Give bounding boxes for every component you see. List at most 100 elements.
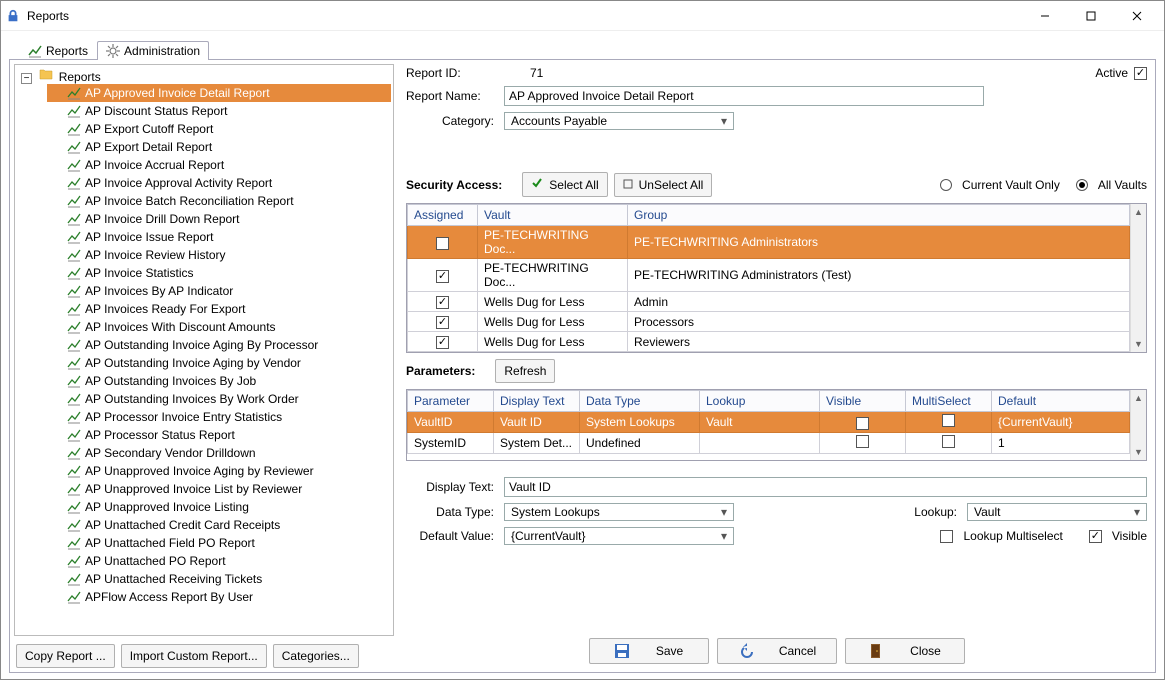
checkbox-assigned[interactable]: ✓ bbox=[436, 316, 449, 329]
tab-administration[interactable]: Administration bbox=[97, 41, 209, 60]
import-custom-report-button[interactable]: Import Custom Report... bbox=[121, 644, 267, 668]
collapse-icon[interactable]: − bbox=[21, 73, 32, 84]
scroll-up-icon[interactable]: ▲ bbox=[1131, 390, 1146, 406]
tree-item[interactable]: AP Approved Invoice Detail Report bbox=[47, 84, 391, 102]
checkbox-multiselect[interactable] bbox=[942, 435, 955, 448]
pcol-parameter[interactable]: Parameter bbox=[408, 391, 494, 412]
tree-item[interactable]: AP Discount Status Report bbox=[47, 102, 391, 120]
checkbox-visible[interactable] bbox=[856, 435, 869, 448]
table-row[interactable]: ✓PE-TECHWRITING Doc...PE-TECHWRITING Adm… bbox=[408, 226, 1130, 259]
radio-all-vaults[interactable] bbox=[1076, 179, 1088, 191]
close-button[interactable]: Close bbox=[845, 638, 965, 664]
pcol-lookup[interactable]: Lookup bbox=[700, 391, 820, 412]
scroll-down-icon[interactable]: ▼ bbox=[1131, 444, 1146, 460]
tree-item[interactable]: AP Outstanding Invoice Aging By Processo… bbox=[47, 336, 391, 354]
combo-default-value[interactable]: {CurrentVault}▾ bbox=[504, 527, 734, 545]
tree-item[interactable]: AP Secondary Vendor Drilldown bbox=[47, 444, 391, 462]
table-row[interactable]: ✓Wells Dug for LessReviewers bbox=[408, 332, 1130, 352]
tree-item[interactable]: AP Invoice Review History bbox=[47, 246, 391, 264]
checkbox-visible[interactable]: ✓ bbox=[1089, 530, 1102, 543]
copy-report-button[interactable]: Copy Report ... bbox=[16, 644, 115, 668]
combo-lookup[interactable]: Vault▾ bbox=[967, 503, 1147, 521]
input-display-text[interactable]: Vault ID bbox=[504, 477, 1147, 497]
parameters-table[interactable]: Parameter Display Text Data Type Lookup … bbox=[407, 390, 1130, 454]
tree-item[interactable]: AP Processor Invoice Entry Statistics bbox=[47, 408, 391, 426]
checkbox-assigned[interactable]: ✓ bbox=[436, 296, 449, 309]
close-button[interactable] bbox=[1114, 2, 1160, 30]
tree-item[interactable]: AP Invoices Ready For Export bbox=[47, 300, 391, 318]
pcol-display[interactable]: Display Text bbox=[494, 391, 580, 412]
checkbox-assigned[interactable]: ✓ bbox=[436, 336, 449, 349]
tree-root-item[interactable]: − Reports AP Approved Invoice Detail Rep… bbox=[17, 67, 391, 606]
tree-item[interactable]: APFlow Access Report By User bbox=[47, 588, 391, 606]
cancel-button[interactable]: Cancel bbox=[717, 638, 837, 664]
row-display-text: Display Text: Vault ID bbox=[406, 477, 1147, 497]
table-row[interactable]: ✓PE-TECHWRITING Doc...PE-TECHWRITING Adm… bbox=[408, 259, 1130, 292]
chart-icon bbox=[67, 572, 81, 586]
combo-category[interactable]: Accounts Payable ▾ bbox=[504, 112, 734, 130]
tree-item[interactable]: AP Invoices With Discount Amounts bbox=[47, 318, 391, 336]
security-table[interactable]: Assigned Vault Group ✓PE-TECHWRITING Doc… bbox=[407, 204, 1130, 353]
pcol-multi[interactable]: MultiSelect bbox=[906, 391, 992, 412]
tree-item[interactable]: AP Invoice Batch Reconciliation Report bbox=[47, 192, 391, 210]
tree-item[interactable]: AP Invoice Accrual Report bbox=[47, 156, 391, 174]
security-scrollbar[interactable]: ▲ ▼ bbox=[1130, 204, 1146, 352]
pcol-visible[interactable]: Visible bbox=[820, 391, 906, 412]
tree-item[interactable]: AP Outstanding Invoices By Job bbox=[47, 372, 391, 390]
checkbox-assigned[interactable]: ✓ bbox=[436, 270, 449, 283]
tree-item[interactable]: AP Outstanding Invoices By Work Order bbox=[47, 390, 391, 408]
checkbox-multiselect[interactable] bbox=[942, 414, 955, 427]
pcol-datatype[interactable]: Data Type bbox=[580, 391, 700, 412]
categories-button[interactable]: Categories... bbox=[273, 644, 359, 668]
refresh-button[interactable]: Refresh bbox=[495, 359, 555, 383]
select-all-button[interactable]: Select All bbox=[522, 172, 607, 197]
parameters-scrollbar[interactable]: ▲ ▼ bbox=[1130, 390, 1146, 460]
tree-item[interactable]: AP Invoice Issue Report bbox=[47, 228, 391, 246]
minimize-button[interactable] bbox=[1022, 2, 1068, 30]
tree-item[interactable]: AP Unattached Credit Card Receipts bbox=[47, 516, 391, 534]
table-row[interactable]: ✓Wells Dug for LessAdmin bbox=[408, 292, 1130, 312]
tree-item[interactable]: AP Invoice Statistics bbox=[47, 264, 391, 282]
checkbox-assigned[interactable]: ✓ bbox=[436, 237, 449, 250]
tree-item[interactable]: AP Processor Status Report bbox=[47, 426, 391, 444]
tree-item-label: AP Processor Invoice Entry Statistics bbox=[85, 410, 282, 424]
save-button[interactable]: Save bbox=[589, 638, 709, 664]
table-row[interactable]: SystemIDSystem Det...Undefined1 bbox=[408, 433, 1130, 454]
checkbox-active[interactable]: ✓ bbox=[1134, 67, 1147, 80]
chart-icon bbox=[67, 590, 81, 604]
chart-icon bbox=[67, 338, 81, 352]
combo-data-type[interactable]: System Lookups▾ bbox=[504, 503, 734, 521]
tree-item[interactable]: AP Outstanding Invoice Aging by Vendor bbox=[47, 354, 391, 372]
tree-item[interactable]: AP Invoices By AP Indicator bbox=[47, 282, 391, 300]
report-tree[interactable]: − Reports AP Approved Invoice Detail Rep… bbox=[14, 64, 394, 636]
scroll-up-icon[interactable]: ▲ bbox=[1131, 204, 1146, 220]
table-row[interactable]: ✓Wells Dug for LessProcessors bbox=[408, 312, 1130, 332]
checkbox-lookup-multi[interactable] bbox=[940, 530, 953, 543]
radio-current-vault[interactable] bbox=[940, 179, 952, 191]
table-row[interactable]: VaultIDVault IDSystem LookupsVault✓{Curr… bbox=[408, 412, 1130, 433]
tree-item[interactable]: AP Unattached PO Report bbox=[47, 552, 391, 570]
scroll-down-icon[interactable]: ▼ bbox=[1131, 336, 1146, 352]
tree-item[interactable]: AP Export Cutoff Report bbox=[47, 120, 391, 138]
pcol-default[interactable]: Default bbox=[992, 391, 1130, 412]
tree-item[interactable]: AP Unattached Receiving Tickets bbox=[47, 570, 391, 588]
table-row[interactable]: ✓Treated WellsProcessors bbox=[408, 352, 1130, 354]
tree-item[interactable]: AP Unapproved Invoice Listing bbox=[47, 498, 391, 516]
maximize-button[interactable] bbox=[1068, 2, 1114, 30]
row-security-header: Security Access: Select All UnSelect All… bbox=[406, 172, 1147, 197]
tree-item[interactable]: AP Invoice Drill Down Report bbox=[47, 210, 391, 228]
checkbox-visible[interactable]: ✓ bbox=[856, 417, 869, 430]
col-assigned[interactable]: Assigned bbox=[408, 205, 478, 226]
tab-reports[interactable]: Reports bbox=[19, 41, 97, 60]
tree-item[interactable]: AP Invoice Approval Activity Report bbox=[47, 174, 391, 192]
tree-item[interactable]: AP Unapproved Invoice Aging by Reviewer bbox=[47, 462, 391, 480]
tree-item-label: AP Invoice Issue Report bbox=[85, 230, 214, 244]
input-report-name[interactable]: AP Approved Invoice Detail Report bbox=[504, 86, 984, 106]
col-group[interactable]: Group bbox=[628, 205, 1130, 226]
col-vault[interactable]: Vault bbox=[478, 205, 628, 226]
tree-item[interactable]: AP Unapproved Invoice List by Reviewer bbox=[47, 480, 391, 498]
label-report-name: Report Name: bbox=[406, 89, 498, 103]
unselect-all-button[interactable]: UnSelect All bbox=[614, 173, 713, 197]
tree-item[interactable]: AP Unattached Field PO Report bbox=[47, 534, 391, 552]
tree-item[interactable]: AP Export Detail Report bbox=[47, 138, 391, 156]
